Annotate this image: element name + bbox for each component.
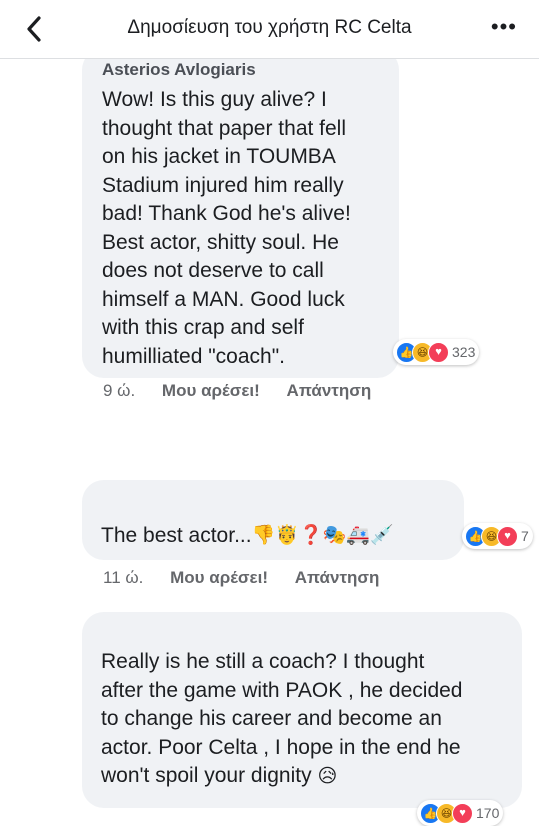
comment-line: after the game with PAOK , he decided	[101, 678, 463, 702]
comment-meta: 9 ώ. Μου αρέσει! Απάντηση	[103, 381, 393, 401]
love-reaction-icon: ♥	[428, 341, 449, 363]
more-options-icon[interactable]: •••	[491, 14, 517, 40]
comment-author[interactable]: Asterios Avlogiaris	[102, 60, 256, 80]
comment-line: to change his career and become an	[101, 707, 442, 730]
love-reaction-icon: ♥	[452, 802, 473, 824]
comment-line: Best actor, shitty soul. He	[102, 230, 339, 254]
comment-line-text: won't spoil your dignity	[101, 764, 312, 787]
comment-line: humilliated "coach".	[102, 344, 286, 368]
comment-text: Really is he still a coach? I thought af…	[101, 648, 462, 792]
comment-text: Wow! Is this guy alive? I thought that p…	[102, 86, 351, 371]
comment-line: won't spoil your dignity 😥	[101, 762, 462, 792]
question-emoji: ❓	[298, 525, 323, 546]
comment-text: The best actor... 👎 🤴 ❓ 🎭 🚑 💉	[101, 522, 394, 551]
person-emoji: 🤴	[275, 525, 299, 546]
reaction-count: 7	[521, 528, 529, 544]
reply-button[interactable]: Απάντηση	[287, 381, 372, 400]
comment-line: Stadium injured him really	[102, 173, 344, 197]
comment-line: on his jacket in TOUMBA	[102, 145, 336, 168]
page-title: Δημοσίευση του χρήστη RC Celta	[127, 17, 412, 38]
comment-meta: 11 ώ. Μου αρέσει! Απάντηση	[103, 568, 401, 588]
syringe-emoji: 💉	[369, 525, 394, 546]
sad-face-emoji: 😥	[317, 766, 338, 787]
reaction-summary[interactable]: 👍 😆 ♥ 170	[417, 800, 504, 826]
reaction-count: 170	[476, 805, 500, 821]
comment-line: actor. Poor Celta , I hope in the end he	[101, 735, 461, 759]
reaction-count: 323	[452, 344, 476, 360]
like-button[interactable]: Μου αρέσει!	[170, 568, 268, 587]
comment-line: bad! Thank God he's alive!	[102, 202, 351, 225]
comment-time[interactable]: 9 ώ.	[103, 381, 135, 400]
reaction-summary[interactable]: 👍 😆 ♥ 323	[393, 339, 480, 365]
comment-line: with this crap and self	[102, 316, 304, 339]
comment-time[interactable]: 11 ώ.	[103, 568, 143, 587]
comment-line: The best actor...	[101, 524, 252, 547]
thumbs-down-emoji: 👎	[251, 525, 276, 546]
ambulance-emoji: 🚑	[346, 525, 370, 546]
like-button[interactable]: Μου αρέσει!	[162, 381, 260, 400]
top-navigation-bar: Δημοσίευση του χρήστη RC Celta •••	[0, 0, 539, 59]
reaction-summary[interactable]: 👍 😆 ♥ 7	[462, 523, 533, 549]
comment-line: Really is he still a coach? I thought	[101, 650, 425, 673]
comment-line: does not deserve to call	[102, 259, 324, 282]
masks-emoji: 🎭	[322, 525, 347, 546]
comment-line: himself a MAN. Good luck	[102, 287, 345, 311]
love-reaction-icon: ♥	[497, 525, 518, 547]
reply-button[interactable]: Απάντηση	[295, 568, 380, 587]
comment-line: Wow! Is this guy alive? I	[102, 88, 327, 111]
comment-line: thought that paper that fell	[102, 116, 347, 140]
